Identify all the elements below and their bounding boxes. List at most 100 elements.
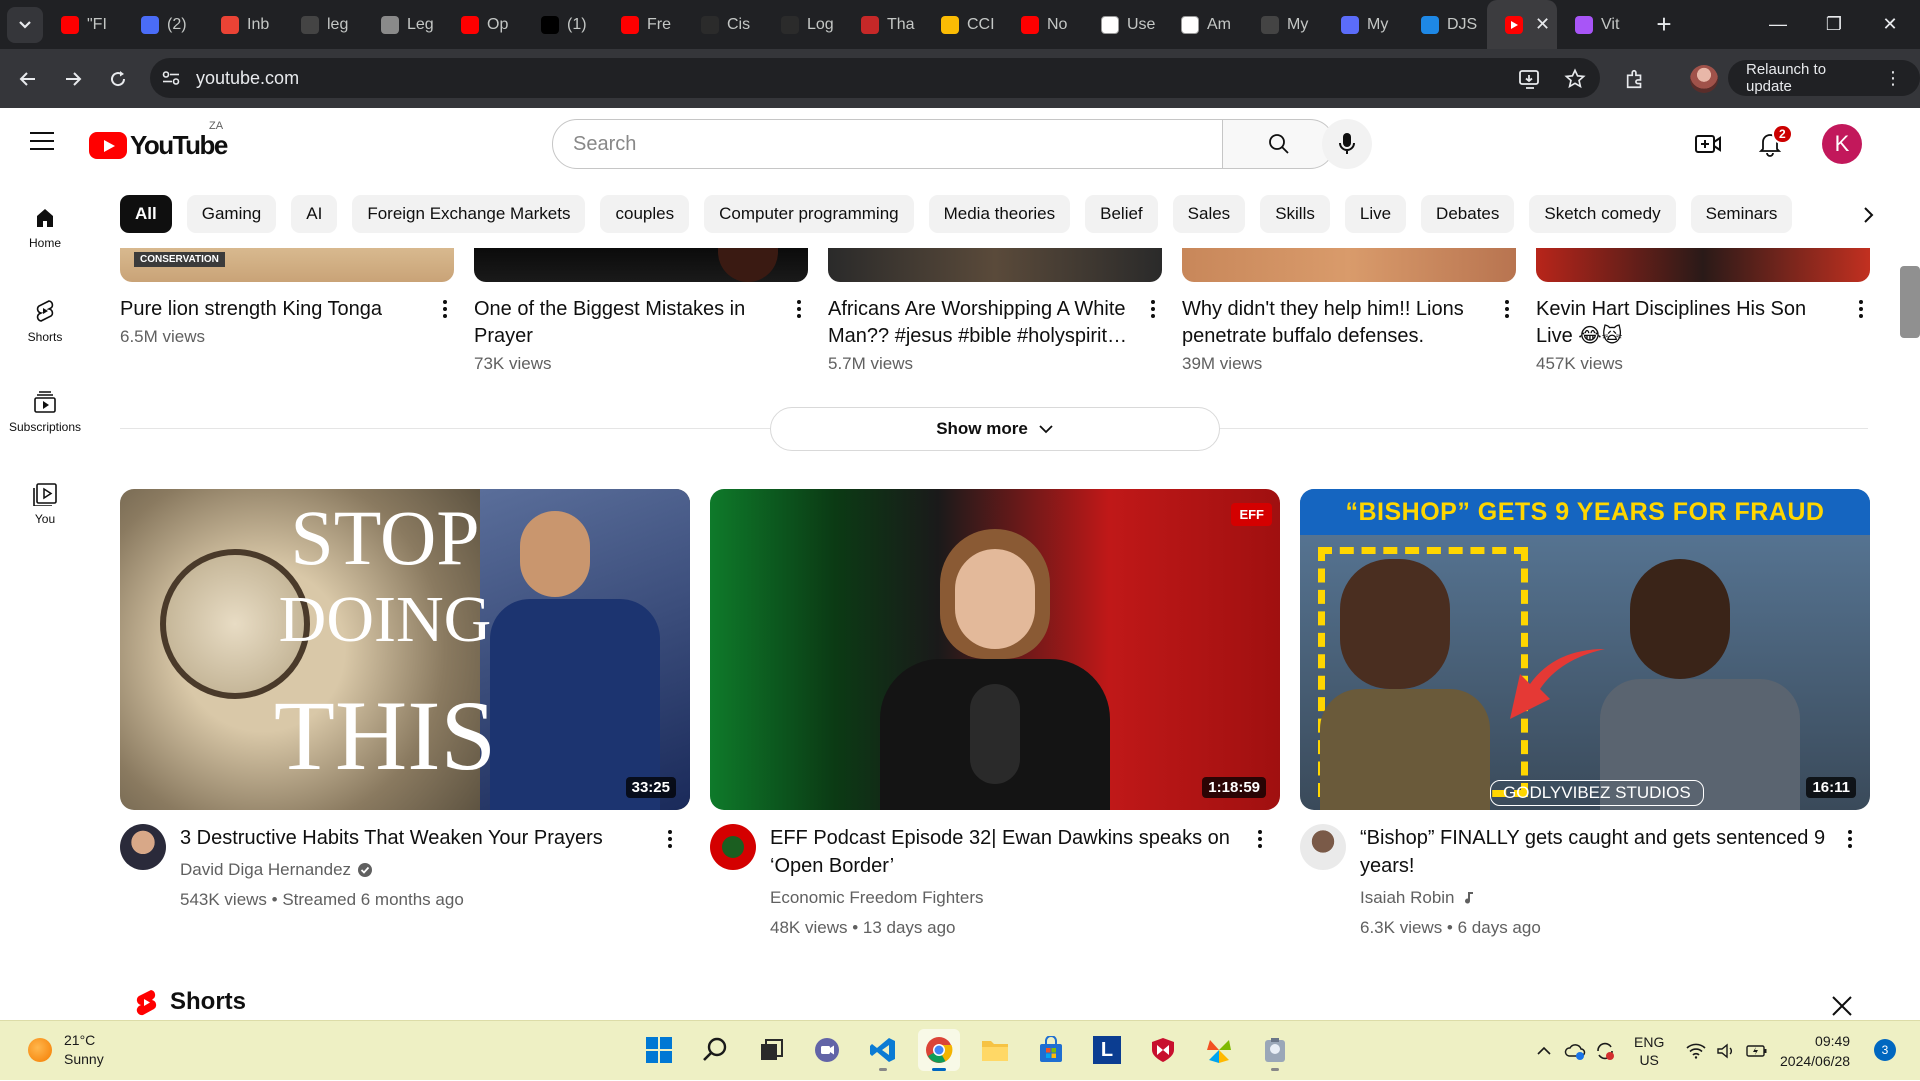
- browser-tab[interactable]: Leg: [363, 0, 443, 49]
- filter-chip[interactable]: Foreign Exchange Markets: [352, 195, 586, 233]
- video-title[interactable]: Pure lion strength King Tonga: [120, 296, 425, 323]
- video-thumbnail[interactable]: STOP DOING THIS 33:25: [120, 489, 690, 810]
- scrollbar-track[interactable]: [1904, 108, 1920, 1020]
- video-title[interactable]: One of the Biggest Mistakes in Prayer: [474, 296, 779, 350]
- channel-name[interactable]: David Diga Hernandez: [180, 856, 351, 884]
- tab-search-button[interactable]: [7, 6, 43, 43]
- chips-next-button[interactable]: [1848, 195, 1888, 235]
- search-button[interactable]: [1222, 119, 1335, 169]
- browser-tab[interactable]: (2): [123, 0, 203, 49]
- filter-chip[interactable]: Sketch comedy: [1529, 195, 1676, 233]
- close-window-button[interactable]: ✕: [1862, 0, 1918, 49]
- browser-tab[interactable]: Fre: [603, 0, 683, 49]
- channel-name[interactable]: Economic Freedom Fighters: [770, 884, 984, 912]
- file-explorer-button[interactable]: [974, 1029, 1016, 1071]
- restore-button[interactable]: ❐: [1806, 0, 1862, 49]
- clock[interactable]: 09:49 2024/06/28: [1780, 1031, 1850, 1071]
- video-thumbnail[interactable]: CONSERVATION: [120, 248, 454, 282]
- browser-tab[interactable]: Use: [1083, 0, 1163, 49]
- scrollbar-thumb[interactable]: [1900, 266, 1920, 338]
- search-taskbar-button[interactable]: [694, 1029, 736, 1071]
- video-card[interactable]: Africans Are Worshipping A White Man?? #…: [828, 296, 1173, 374]
- notifications-button[interactable]: 2: [1750, 124, 1793, 164]
- filter-chip[interactable]: Skills: [1260, 195, 1330, 233]
- video-thumbnail[interactable]: [1182, 248, 1516, 282]
- browser-tab[interactable]: Vit: [1557, 0, 1637, 49]
- video-card[interactable]: Why didn't they help him!! Lions penetra…: [1182, 296, 1527, 374]
- browser-tab[interactable]: Cis: [683, 0, 763, 49]
- video-title[interactable]: 3 Destructive Habits That Weaken Your Pr…: [180, 824, 660, 852]
- video-card[interactable]: One of the Biggest Mistakes in Prayer 73…: [474, 296, 819, 374]
- relaunch-to-update-button[interactable]: Relaunch to update ⋮: [1728, 60, 1920, 96]
- filter-chip[interactable]: Sales: [1172, 195, 1246, 233]
- browser-tab[interactable]: Am: [1163, 0, 1243, 49]
- chrome-button[interactable]: [918, 1029, 960, 1071]
- youtube-logo[interactable]: YouTube ZA: [89, 120, 228, 161]
- more-actions-icon[interactable]: [1497, 300, 1517, 318]
- extensions-icon[interactable]: [1624, 49, 1646, 108]
- channel-avatar[interactable]: [710, 824, 756, 870]
- browser-tab[interactable]: Tha: [843, 0, 923, 49]
- channel-avatar[interactable]: [1300, 824, 1346, 870]
- browser-tab[interactable]: Inb: [203, 0, 283, 49]
- video-title[interactable]: Africans Are Worshipping A White Man?? #…: [828, 296, 1133, 350]
- teams-chat-button[interactable]: [806, 1029, 848, 1071]
- notification-center-badge[interactable]: 3: [1874, 1039, 1896, 1061]
- filter-chip[interactable]: Seminars: [1690, 195, 1793, 233]
- new-tab-button[interactable]: +: [1649, 9, 1679, 40]
- filter-chip[interactable]: Computer programming: [704, 195, 914, 233]
- more-actions-icon[interactable]: [1840, 830, 1860, 848]
- pinned-app-button[interactable]: [1254, 1029, 1296, 1071]
- video-card[interactable]: Kevin Hart Disciplines His Son Live 😂🙀 4…: [1536, 296, 1881, 374]
- filter-chip[interactable]: Live: [1344, 195, 1407, 233]
- voice-search-button[interactable]: [1322, 119, 1372, 169]
- channel-avatar[interactable]: [120, 824, 166, 870]
- omnibox[interactable]: youtube.com: [150, 58, 1600, 98]
- video-thumbnail[interactable]: “BISHOP” GETS 9 YEARS FOR FRAUD GODLYVIB…: [1300, 489, 1870, 810]
- l-app-button[interactable]: L: [1086, 1029, 1128, 1071]
- menu-icon[interactable]: [30, 132, 54, 152]
- more-actions-icon[interactable]: [1250, 830, 1270, 848]
- show-more-button[interactable]: Show more: [770, 407, 1220, 451]
- filter-chip[interactable]: Belief: [1085, 195, 1158, 233]
- channel-name[interactable]: Isaiah Robin: [1360, 884, 1455, 912]
- more-actions-icon[interactable]: [1143, 300, 1163, 318]
- video-thumbnail[interactable]: [1536, 248, 1870, 282]
- close-tab-icon[interactable]: ✕: [1535, 14, 1550, 35]
- filter-chip[interactable]: Gaming: [186, 195, 277, 233]
- quick-settings-button[interactable]: [1686, 1021, 1768, 1081]
- store-button[interactable]: [1030, 1029, 1072, 1071]
- video-thumbnail[interactable]: [828, 248, 1162, 282]
- search-input[interactable]: Search: [552, 119, 1224, 169]
- filter-chip[interactable]: AI: [291, 195, 338, 233]
- active-tab[interactable]: ✕: [1487, 0, 1557, 49]
- browser-tab[interactable]: DJS: [1403, 0, 1483, 49]
- filter-chip[interactable]: Media theories: [928, 195, 1071, 233]
- profile-avatar[interactable]: [1690, 49, 1718, 108]
- video-title[interactable]: Why didn't they help him!! Lions penetra…: [1182, 296, 1487, 350]
- video-title[interactable]: “Bishop” FINALLY gets caught and gets se…: [1360, 824, 1840, 880]
- minimize-button[interactable]: —: [1750, 0, 1806, 49]
- create-button[interactable]: [1688, 124, 1728, 164]
- browser-tab[interactable]: Op: [443, 0, 523, 49]
- close-icon[interactable]: [1830, 994, 1854, 1020]
- sync-status-icon[interactable]: [1594, 1021, 1616, 1081]
- browser-tab[interactable]: Log: [763, 0, 843, 49]
- filter-chip[interactable]: couples: [600, 195, 690, 233]
- reload-button[interactable]: [96, 57, 140, 101]
- more-actions-icon[interactable]: [435, 300, 455, 318]
- site-info-icon[interactable]: [154, 61, 188, 95]
- mcafee-button[interactable]: [1142, 1029, 1184, 1071]
- browser-tab[interactable]: (1): [523, 0, 603, 49]
- start-button[interactable]: [638, 1029, 680, 1071]
- vscode-button[interactable]: [862, 1029, 904, 1071]
- show-hidden-icons-icon[interactable]: [1536, 1021, 1552, 1081]
- input-language-indicator[interactable]: ENG US: [1634, 1021, 1664, 1081]
- more-actions-icon[interactable]: [1851, 300, 1871, 318]
- browser-tab[interactable]: CCI: [923, 0, 1003, 49]
- video-thumbnail[interactable]: EFF 1:18:59: [710, 489, 1280, 810]
- filter-chip[interactable]: Debates: [1421, 195, 1515, 233]
- filter-chip[interactable]: All: [120, 195, 172, 233]
- more-actions-icon[interactable]: [660, 830, 680, 848]
- browser-tab[interactable]: No: [1003, 0, 1083, 49]
